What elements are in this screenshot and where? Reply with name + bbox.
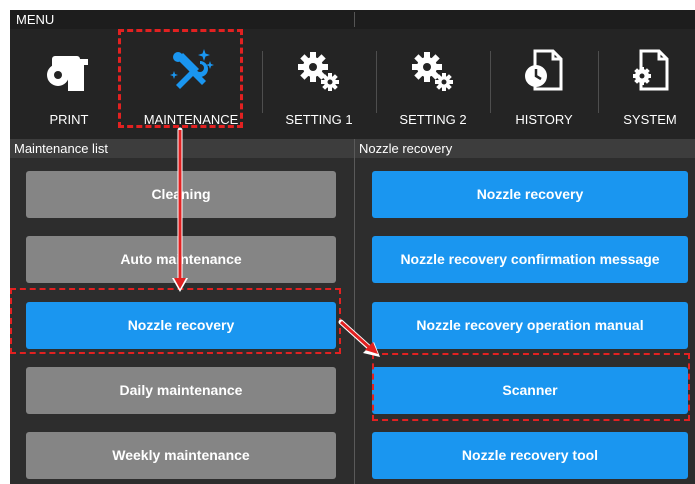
toolbar-label-setting-1: SETTING 1 <box>285 112 353 127</box>
maintenance-item-label: Daily maintenance <box>119 382 243 398</box>
maintenance-item-cleaning[interactable]: Cleaning <box>26 171 336 218</box>
gears-icon <box>412 52 453 91</box>
toolbar-label-maintenance: MAINTENANCE <box>143 112 239 127</box>
menu-header: MENU <box>10 10 695 29</box>
toolbar-item-print[interactable]: PRINT <box>10 29 128 139</box>
gears-icon <box>298 52 339 91</box>
toolbar-label-history: HISTORY <box>515 112 573 127</box>
toolbar-item-history[interactable]: HISTORY <box>490 29 598 139</box>
maintenance-item-label: Weekly maintenance <box>112 447 250 463</box>
toolbar-item-maintenance[interactable]: MAINTENANCE <box>128 29 254 139</box>
menu-header-divider <box>354 12 355 27</box>
maintenance-item-daily-maintenance[interactable]: Daily maintenance <box>26 367 336 414</box>
maintenance-item-label: Nozzle recovery <box>127 317 235 333</box>
toolbar-label-system: SYSTEM <box>623 112 677 127</box>
menu-title: MENU <box>16 12 55 27</box>
maintenance-list-title: Maintenance list <box>14 141 108 156</box>
maintenance-item-weekly-maintenance[interactable]: Weekly maintenance <box>26 432 336 479</box>
panel-divider <box>354 139 355 484</box>
main-toolbar: PRINT MAINTENANCE SETTING 1 SETTING 2 HI… <box>10 29 695 139</box>
history-icon <box>525 49 563 91</box>
nozzle-item-operation-manual[interactable]: Nozzle recovery operation manual <box>372 302 688 349</box>
toolbar-item-setting-2[interactable]: SETTING 2 <box>376 29 490 139</box>
maintenance-icon <box>170 49 214 89</box>
maintenance-item-nozzle-recovery[interactable]: Nozzle recovery <box>26 302 336 349</box>
print-icon <box>47 56 88 91</box>
nozzle-item-label: Nozzle recovery <box>476 186 584 202</box>
toolbar-label-print: PRINT <box>49 112 89 127</box>
maintenance-app-window: MENU PRINT MAINTENANCE SETTING 1 SETTING… <box>10 10 695 484</box>
nozzle-item-nozzle-recovery[interactable]: Nozzle recovery <box>372 171 688 218</box>
toolbar-item-setting-1[interactable]: SETTING 1 <box>262 29 376 139</box>
maintenance-item-label: Cleaning <box>151 186 211 202</box>
nozzle-item-label: Scanner <box>502 382 558 398</box>
nozzle-item-scanner[interactable]: Scanner <box>372 367 688 414</box>
toolbar-label-setting-2: SETTING 2 <box>399 112 467 127</box>
maintenance-list-header: Maintenance list <box>10 139 354 158</box>
toolbar-item-system[interactable]: SYSTEM <box>598 29 695 139</box>
nozzle-item-recovery-tool[interactable]: Nozzle recovery tool <box>372 432 688 479</box>
nozzle-recovery-header: Nozzle recovery <box>355 139 695 158</box>
nozzle-item-confirmation-message[interactable]: Nozzle recovery confirmation message <box>372 236 688 283</box>
maintenance-item-auto-maintenance[interactable]: Auto maintenance <box>26 236 336 283</box>
nozzle-recovery-title: Nozzle recovery <box>359 141 453 156</box>
nozzle-item-label: Nozzle recovery tool <box>461 447 599 463</box>
nozzle-item-label: Nozzle recovery confirmation message <box>400 251 660 267</box>
nozzle-item-label: Nozzle recovery operation manual <box>416 317 644 333</box>
maintenance-item-label: Auto maintenance <box>120 251 242 267</box>
system-icon <box>633 49 669 91</box>
